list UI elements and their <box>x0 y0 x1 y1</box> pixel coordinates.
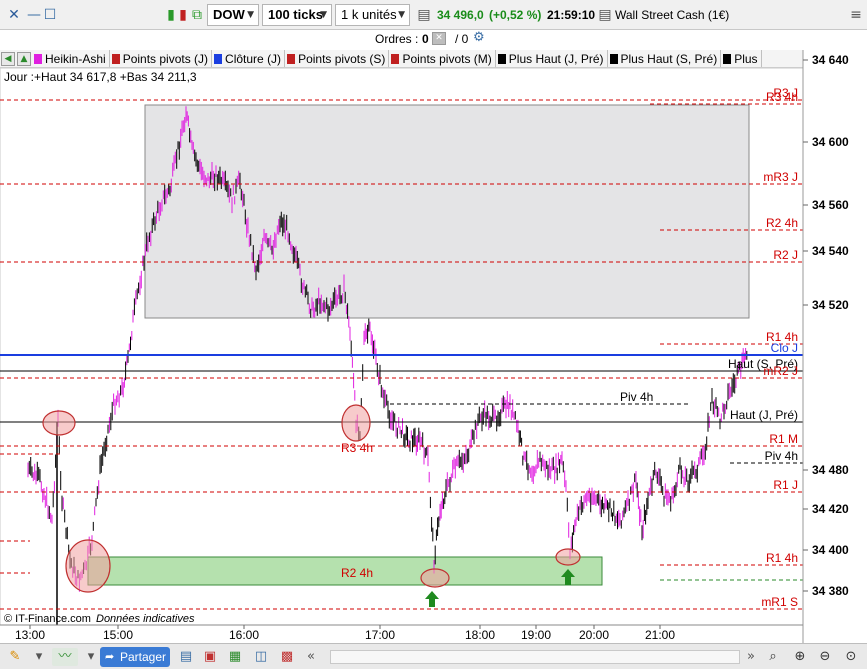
r2-4h-label: R2 4h <box>341 566 373 580</box>
y-tick-label: 34 520 <box>812 298 849 312</box>
highlight-ellipse <box>555 548 581 566</box>
x-tick-label: 13:00 <box>15 628 45 642</box>
window-icon[interactable]: ◫ <box>252 648 270 666</box>
highlight-ellipse <box>341 404 371 442</box>
chat-icon[interactable]: ▤ <box>177 648 195 666</box>
resistance-zone <box>144 104 750 319</box>
x-tick-label: 16:00 <box>229 628 259 642</box>
credit-text: © IT-Finance.com <box>4 613 91 625</box>
level-label: R2 J <box>773 248 798 262</box>
piv-4h-label: Piv 4h <box>620 390 653 404</box>
level-label: mR3 J <box>763 170 798 184</box>
y-tick-label: 34 640 <box>812 53 849 67</box>
zoom-fit-icon[interactable]: ⌕ <box>764 648 782 666</box>
level-label: Clo J <box>771 341 798 355</box>
y-tick-label: 34 540 <box>812 244 849 258</box>
price-chart[interactable]: R3 J34 618,2R3 4h34 615,1mR3 J34 579,4R2… <box>0 0 867 643</box>
x-tick-label: 18:00 <box>465 628 495 642</box>
level-label: Haut (J, Pré) <box>730 408 798 422</box>
highlight-ellipse <box>420 568 450 588</box>
y-tick-label: 34 480 <box>812 463 849 477</box>
y-tick-label: 34 400 <box>812 543 849 557</box>
zoom-reset-icon[interactable]: ⊙ <box>842 648 860 666</box>
r3-4h-label: R3 4h <box>341 441 373 455</box>
buy-arrow-icon <box>425 591 439 607</box>
horizontal-scrollbar[interactable] <box>330 650 740 664</box>
y-tick-label: 34 560 <box>812 198 849 212</box>
share-icon: ➦ <box>105 650 115 663</box>
credit-note: Données indicatives <box>96 613 195 625</box>
order-icon[interactable]: ▩ <box>278 648 296 666</box>
chart-type-icon[interactable]: 〰 <box>52 648 78 666</box>
share-label: Partager <box>120 650 167 664</box>
level-label: mR2 J <box>763 364 798 378</box>
x-tick-label: 19:00 <box>521 628 551 642</box>
x-tick-label: 15:00 <box>103 628 133 642</box>
y-tick-label: 34 380 <box>812 584 849 598</box>
y-tick-label: 34 600 <box>812 135 849 149</box>
dropdown-icon[interactable]: ▾ <box>82 648 100 666</box>
y-tick-label: 34 420 <box>812 502 849 516</box>
level-label: R2 4h <box>766 216 798 230</box>
level-label: Piv 4h <box>765 449 798 463</box>
dropdown-icon[interactable]: ▾ <box>30 648 48 666</box>
level-label: mR1 S <box>761 595 798 609</box>
level-label: R1 4h <box>766 551 798 565</box>
bottom-toolbar: ✎ ▾ 〰 ▾ ➦ Partager ▤ ▣ ▦ ◫ ▩ « » ⌕ ⊕ ⊖ ⊙ <box>0 643 867 669</box>
zoom-out-icon[interactable]: ⊖ <box>816 648 834 666</box>
share-button[interactable]: ➦ Partager <box>100 647 170 667</box>
scroll-left-icon[interactable]: « <box>302 648 320 666</box>
level-label: R1 J <box>773 478 798 492</box>
x-tick-label: 21:00 <box>645 628 675 642</box>
level-label: R1 M <box>769 432 798 446</box>
indicator-icon[interactable]: ▦ <box>226 648 244 666</box>
x-tick-label: 17:00 <box>365 628 395 642</box>
scroll-right-icon[interactable]: » <box>742 648 760 666</box>
highlight-ellipse <box>42 410 76 436</box>
x-tick-label: 20:00 <box>579 628 609 642</box>
level-label: R3 4h <box>766 90 798 104</box>
alert-icon[interactable]: ▣ <box>201 648 219 666</box>
zoom-in-icon[interactable]: ⊕ <box>791 648 809 666</box>
highlight-ellipse <box>65 539 111 593</box>
pencil-icon[interactable]: ✎ <box>6 648 24 666</box>
